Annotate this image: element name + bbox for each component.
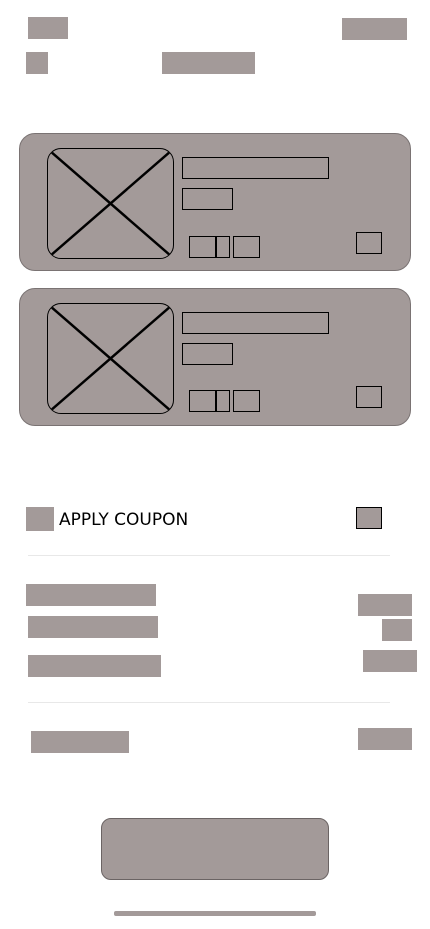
quantity-decrease-button[interactable] [189,236,216,258]
back-icon[interactable] [26,52,48,74]
remove-item-button[interactable] [356,232,382,254]
page-title [162,52,255,74]
item-name-placeholder [182,157,329,179]
subtotal-label [26,584,156,606]
item-name-placeholder [182,312,329,334]
checkout-button[interactable] [101,818,329,880]
coupon-chevron-icon[interactable] [356,507,382,529]
home-indicator [114,911,316,916]
quantity-value [216,390,230,412]
cart-item-card[interactable] [19,133,411,271]
item-price-placeholder [182,188,233,210]
image-placeholder-icon [47,148,174,259]
delivery-label [28,655,161,677]
quantity-increase-button[interactable] [233,390,260,412]
divider [28,555,390,556]
cart-item-card[interactable] [19,288,411,426]
remove-item-button[interactable] [356,386,382,408]
discount-label [28,616,158,638]
back-text-placeholder[interactable] [28,17,68,39]
quantity-increase-button[interactable] [233,236,260,258]
coupon-icon [26,507,54,531]
quantity-decrease-button[interactable] [189,390,216,412]
item-price-placeholder [182,343,233,365]
total-value [358,728,412,750]
apply-coupon-label[interactable]: APPLY COUPON [59,509,188,531]
delivery-value [363,650,417,672]
header-action-placeholder[interactable] [342,18,407,40]
image-placeholder-icon [47,303,174,414]
divider [28,702,390,703]
total-label [31,731,129,753]
quantity-value [216,236,230,258]
discount-value [382,619,412,641]
subtotal-value [358,594,412,616]
